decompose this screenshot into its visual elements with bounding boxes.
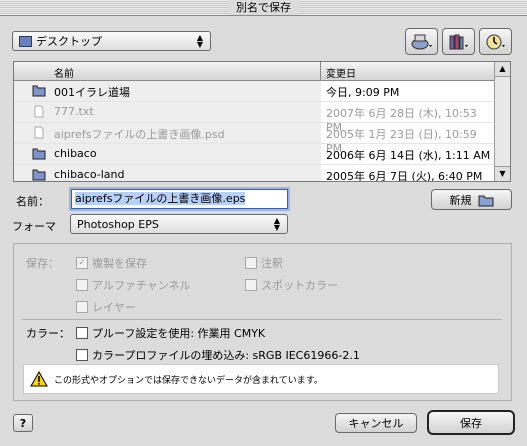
favorites-button[interactable]	[442, 28, 475, 55]
location-popup[interactable]: デスクトップ ▲ ▼	[12, 31, 211, 51]
file-list-row[interactable]: 001イラレ道場 今日, 9:09 PM	[14, 81, 496, 102]
format-popup[interactable]: Photoshop EPS ▲ ▼	[70, 214, 288, 234]
help-button[interactable]: ?	[13, 414, 33, 432]
shortcuts-button[interactable]	[405, 28, 438, 55]
file-date: 2005年 6月 7日 (火), 6:40 PM	[326, 170, 483, 182]
save-as-copy-checkbox[interactable]: ✓ 複製を保存	[76, 255, 147, 271]
name-label: 名前：	[16, 195, 49, 208]
file-date: 今日, 9:09 PM	[326, 86, 400, 99]
embed-color-profile-checkbox[interactable]: カラープロファイルの埋め込み: sRGB IEC61966-2.1	[76, 347, 360, 363]
header-divider	[320, 62, 321, 80]
folder-icon	[32, 147, 46, 160]
file-list-row[interactable]: 777.txt 2007年 6月 28日 (木), 10:53 PM	[14, 102, 496, 134]
clock-icon	[486, 34, 505, 49]
spot-colors-checkbox[interactable]: スポットカラー	[245, 277, 338, 293]
window-title: 別名で保存	[228, 0, 299, 15]
cancel-label: キャンセル	[348, 417, 404, 430]
window-titlebar: 別名で保存	[0, 0, 527, 16]
new-folder-button[interactable]: 新規	[431, 189, 512, 210]
file-list-row[interactable]: aiprefsファイルの上書き画像.psd 2005年 1月 23日 (日), 1…	[14, 123, 496, 155]
file-name: 777.txt	[54, 105, 94, 118]
column-name-header[interactable]: 名前	[54, 65, 74, 80]
file-list-row[interactable]: chibaco-land 2005年 6月 7日 (火), 6:40 PM	[14, 165, 496, 182]
filename-value: aiprefsファイルの上書き画像.eps	[75, 192, 246, 205]
document-icon	[32, 126, 46, 139]
file-list-header: 名前 変更日	[14, 62, 496, 81]
column-date-header[interactable]: 変更日	[326, 65, 356, 80]
cancel-button[interactable]: キャンセル	[335, 413, 417, 433]
scroll-down-icon[interactable]: ▼	[495, 166, 510, 181]
help-icon: ?	[19, 416, 27, 430]
warning-box: この形式やオプションでは保存できないデータが含まれています。	[23, 364, 499, 394]
save-button[interactable]: 保存	[427, 410, 515, 435]
color-label: カラー：	[26, 327, 70, 340]
filename-input[interactable]: aiprefsファイルの上書き画像.eps	[71, 189, 288, 209]
popup-arrows-icon: ▲ ▼	[273, 216, 281, 232]
folder-icon	[32, 168, 46, 181]
file-name: aiprefsファイルの上書き画像.psd	[54, 128, 225, 141]
favorites-icon	[449, 34, 468, 49]
format-value: Photoshop EPS	[77, 217, 159, 231]
checkbox-mark-icon: ✓	[76, 257, 88, 269]
group-divider	[22, 319, 502, 320]
warning-icon	[30, 371, 48, 387]
use-proof-setup-checkbox[interactable]: プルーフ設定を使用: 作業用 CMYK	[76, 325, 265, 341]
warning-text: この形式やオプションでは保存できないデータが含まれています。	[54, 376, 323, 386]
layers-checkbox[interactable]: レイヤー	[76, 299, 136, 315]
file-list-scrollbar[interactable]: ▲ ▼	[494, 62, 510, 181]
alpha-channels-checkbox[interactable]: アルファチャンネル	[76, 277, 191, 293]
new-folder-icon	[478, 195, 493, 206]
file-name: chibaco-land	[54, 168, 125, 181]
file-list-row[interactable]: chibaco 2006年 6月 14日 (水), 1:11 AM	[14, 144, 496, 165]
annotations-checkbox[interactable]: 注釈	[245, 255, 283, 271]
save-options-label: 保存：	[26, 257, 59, 270]
file-list[interactable]: 名前 変更日 001イラレ道場 今日, 9:09 PM 777.txt 2007年 6…	[13, 61, 511, 182]
format-label: フォーマ	[12, 220, 56, 233]
scroll-up-icon[interactable]: ▲	[495, 62, 510, 77]
recent-button[interactable]	[479, 28, 512, 55]
new-folder-label: 新規	[449, 193, 472, 207]
popup-arrows-icon: ▲ ▼	[196, 33, 204, 49]
shortcuts-icon	[411, 34, 432, 49]
location-label: デスクトップ	[36, 35, 102, 48]
save-label: 保存	[460, 416, 482, 430]
desktop-icon	[19, 35, 32, 47]
file-date: 2006年 6月 14日 (水), 1:11 AM	[326, 149, 491, 162]
file-name: chibaco	[54, 147, 97, 160]
document-icon	[32, 105, 46, 118]
folder-icon	[32, 84, 46, 97]
file-name: 001イラレ道場	[54, 86, 130, 99]
